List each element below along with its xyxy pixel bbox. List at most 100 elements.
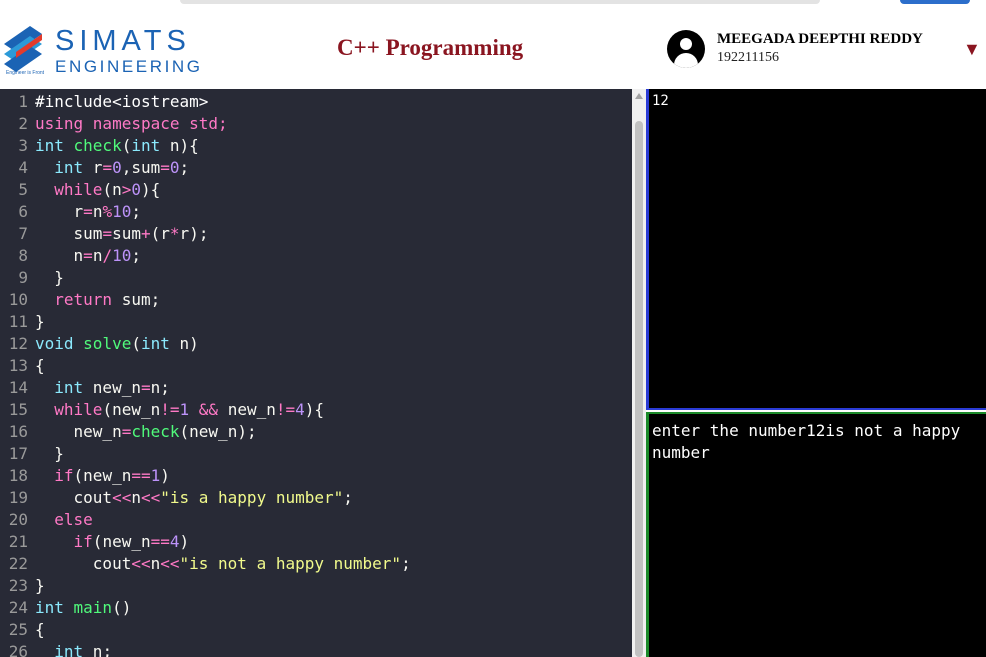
code-token: new_n: [227, 400, 276, 419]
code-token: ,: [121, 158, 132, 177]
code-line[interactable]: 25 {: [0, 619, 632, 641]
code-token: if: [35, 466, 74, 485]
code-token: );: [189, 224, 209, 243]
code-token: /: [102, 246, 113, 265]
code-token: <<: [131, 554, 151, 573]
user-menu-dropdown-icon[interactable]: ▼: [963, 39, 981, 60]
code-token: ;: [131, 202, 141, 221]
code-line[interactable]: 3 int check(int n){: [0, 135, 632, 157]
line-number: 20: [8, 510, 28, 529]
code-token: cout: [35, 488, 113, 507]
code-token: n: [150, 378, 161, 397]
code-line[interactable]: 19 cout<<n<<"is a happy number";: [0, 487, 632, 509]
top-button-edge: [900, 0, 970, 4]
code-line[interactable]: 2 using namespace std;: [0, 113, 632, 135]
code-line[interactable]: 23}: [0, 575, 632, 597]
code-token: 0: [131, 180, 141, 199]
code-token: ==: [131, 466, 151, 485]
code-token: <<: [160, 554, 180, 573]
code-token: ;: [401, 554, 411, 573]
code-line[interactable]: 26 int n;: [0, 641, 632, 657]
code-token: #include<iostream>: [35, 92, 209, 111]
line-number: 25: [8, 620, 28, 639]
code-token: n: [35, 246, 84, 265]
code-line[interactable]: 5 while(n>0){: [0, 179, 632, 201]
code-token: ;: [160, 378, 170, 397]
code-token: while: [35, 180, 103, 199]
code-line[interactable]: 24 int main(): [0, 597, 632, 619]
code-token: 0: [169, 158, 180, 177]
code-line[interactable]: 22 cout<<n<<"is not a happy number";: [0, 553, 632, 575]
line-number: 26: [8, 642, 28, 657]
editor-scrollbar[interactable]: [632, 89, 646, 657]
code-token: }: [35, 312, 45, 331]
code-line[interactable]: 21 if(new_n==4): [0, 531, 632, 553]
user-id: 192211156: [717, 50, 779, 65]
code-token: =: [160, 158, 170, 177]
code-line[interactable]: 7 sum=sum+(r*r);: [0, 223, 632, 245]
code-token: if: [35, 532, 93, 551]
line-number: 11: [8, 312, 28, 331]
code-token: (: [102, 400, 113, 419]
code-token: %: [102, 202, 113, 221]
code-line[interactable]: 17 }: [0, 443, 632, 465]
code-token: sum: [35, 224, 103, 243]
code-line[interactable]: 10 return sum;: [0, 289, 632, 311]
code-token: ;: [102, 642, 113, 657]
code-token: new_n: [112, 400, 161, 419]
code-line[interactable]: 14 int new_n=n;: [0, 377, 632, 399]
code-token: main: [73, 598, 113, 617]
stdin-value[interactable]: 12: [652, 93, 669, 109]
browser-top-strip: [0, 0, 986, 9]
code-token: <<: [140, 488, 161, 507]
code-token: r: [179, 224, 190, 243]
code-line[interactable]: 20 else: [0, 509, 632, 531]
code-token: (: [73, 466, 84, 485]
code-token: n: [150, 554, 161, 573]
code-token: r: [35, 202, 84, 221]
code-token: "is a happy number": [160, 488, 344, 507]
code-line[interactable]: 15 while(new_n!=1 && new_n!=4){: [0, 399, 632, 421]
scroll-up-icon[interactable]: [635, 93, 643, 99]
code-line[interactable]: 9 }: [0, 267, 632, 289]
code-line[interactable]: 8 n=n/10;: [0, 245, 632, 267]
line-number: 13: [8, 356, 28, 375]
line-number: 3: [18, 136, 28, 155]
code-line[interactable]: 16 new_n=check(new_n);: [0, 421, 632, 443]
code-token: &&: [198, 400, 228, 419]
app-header: SIMATS ENGINEERING Engineer is Front C++…: [0, 9, 986, 87]
user-profile[interactable]: MEEGADA DEEPTHI REDDY 192211156 ▼: [667, 27, 986, 77]
avatar-head: [680, 38, 692, 50]
code-line[interactable]: 6 r=n%10;: [0, 201, 632, 223]
code-line[interactable]: 4 int r=0,sum=0;: [0, 157, 632, 179]
code-token: ==: [150, 532, 170, 551]
code-token: 10: [112, 202, 132, 221]
line-number: 12: [8, 334, 28, 353]
stdin-input-pane[interactable]: 12: [646, 89, 986, 410]
code-token: 0: [112, 158, 122, 177]
brand-tagline: Engineer is Front: [6, 70, 45, 76]
page-title: C++ Programming: [337, 35, 524, 60]
code-token: sum: [131, 158, 161, 177]
scrollbar-thumb[interactable]: [635, 121, 643, 657]
code-area[interactable]: 1 #include<iostream> 2 using namespace std;…: [0, 91, 632, 657]
line-number: 16: [8, 422, 28, 441]
code-token: new_n: [189, 422, 238, 441]
code-token: check: [131, 422, 180, 441]
code-token: =: [102, 158, 113, 177]
code-line[interactable]: 18 if(new_n==1): [0, 465, 632, 487]
program-output-pane: enter the number12is not a happy number: [646, 412, 986, 657]
brand-subtitle: ENGINEERING: [55, 57, 203, 76]
code-line[interactable]: 12 void solve(int n): [0, 333, 632, 355]
code-token: 4: [169, 532, 180, 551]
code-token: int: [140, 334, 180, 353]
code-token: check: [73, 136, 122, 155]
logo-mark-icon: [4, 26, 42, 72]
code-line[interactable]: 1 #include<iostream>: [0, 91, 632, 113]
line-number: 5: [18, 180, 28, 199]
code-token: {: [35, 356, 45, 375]
code-line[interactable]: 11}: [0, 311, 632, 333]
avatar-icon[interactable]: [667, 30, 705, 68]
code-editor[interactable]: 1 #include<iostream> 2 using namespace std;…: [0, 89, 646, 657]
code-line[interactable]: 13 {: [0, 355, 632, 377]
